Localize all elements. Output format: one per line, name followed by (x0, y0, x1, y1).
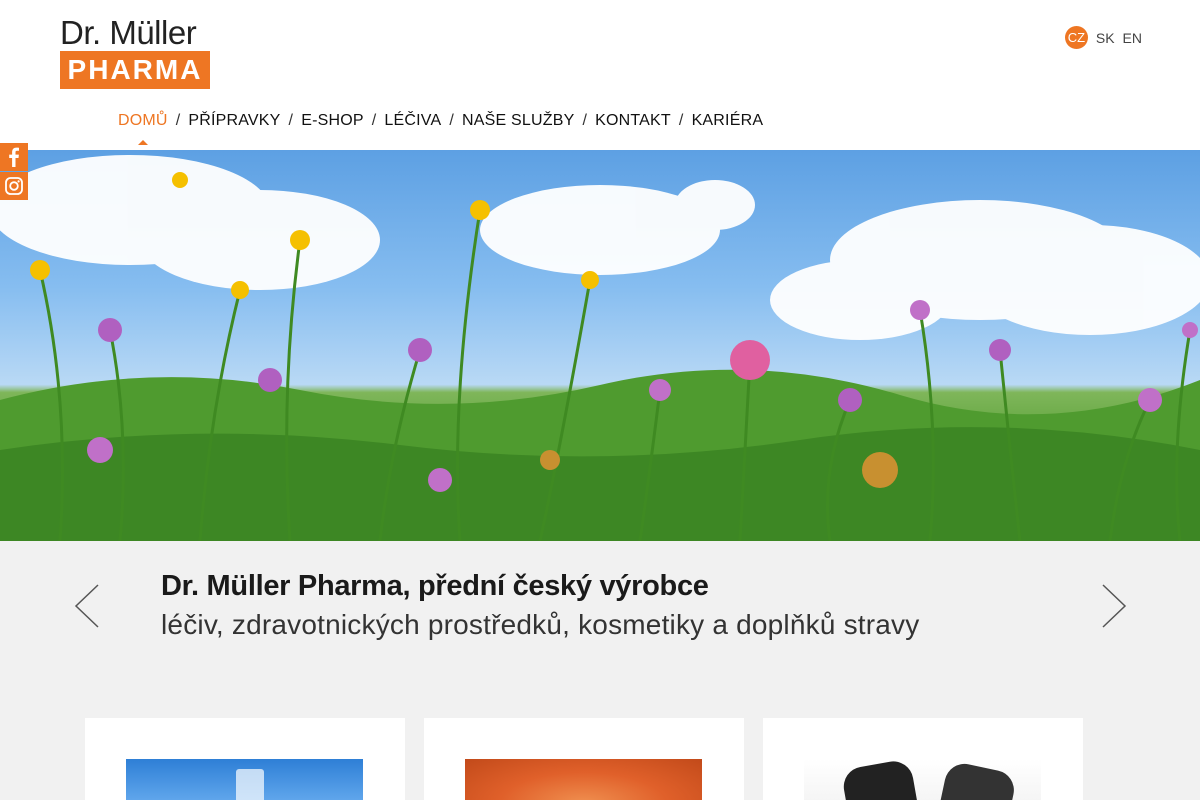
product-card[interactable] (763, 718, 1083, 800)
wildflower-meadow-illustration (0, 155, 1200, 541)
slider-caption-band: Dr. Müller Pharma, přední český výrobce … (0, 541, 1200, 800)
nav-item-label: DOMŮ (118, 112, 168, 129)
instagram-button[interactable] (0, 172, 28, 200)
slider-headline: Dr. Müller Pharma, přední český výrobce (161, 570, 709, 602)
nav-item-leciva[interactable]: LÉČIVA (384, 112, 441, 130)
lang-en[interactable]: EN (1123, 30, 1142, 46)
slider-next-arrow-icon[interactable] (1101, 583, 1127, 629)
nav-separator: / (582, 112, 588, 129)
lang-sk[interactable]: SK (1096, 30, 1115, 46)
hands-image (804, 758, 1041, 800)
blue-product-image (126, 759, 363, 800)
slider-subline: léčiv, zdravotnických prostředků, kosmet… (161, 609, 920, 640)
nav-separator: / (288, 112, 294, 129)
main-nav: DOMŮ / PŘÍPRAVKY / E-SHOP / LÉČIVA / NAŠ… (118, 112, 764, 145)
social-links (0, 143, 28, 201)
logo-line2: PHARMA (60, 51, 210, 89)
nav-item-nase-sluzby[interactable]: NAŠE SLUŽBY (462, 112, 574, 130)
lang-cz[interactable]: CZ (1064, 26, 1088, 49)
facebook-icon (9, 147, 19, 167)
orange-product-image (465, 759, 702, 800)
logo[interactable]: Dr. Müller PHARMA (60, 16, 210, 89)
active-caret-icon (137, 140, 148, 145)
bottle-shape (236, 769, 264, 800)
nav-item-kariera[interactable]: KARIÉRA (692, 112, 764, 130)
product-card[interactable] (85, 718, 405, 800)
nav-item-pripravky[interactable]: PŘÍPRAVKY (188, 112, 280, 130)
site-header: Dr. Müller PHARMA CZ SK EN DOMŮ / PŘÍPRA… (0, 0, 1200, 150)
nav-separator: / (449, 112, 454, 129)
product-card[interactable] (424, 718, 744, 800)
nav-separator: / (175, 112, 181, 129)
nav-item-domu[interactable]: DOMŮ (118, 112, 168, 145)
language-switcher: CZ SK EN (1064, 26, 1142, 49)
logo-line1: Dr. Müller (60, 14, 197, 51)
hand-shape (940, 760, 1018, 800)
instagram-icon (5, 177, 23, 195)
facebook-button[interactable] (0, 143, 28, 171)
slider-prev-arrow-icon[interactable] (74, 583, 100, 629)
nav-separator: / (678, 112, 684, 129)
nav-item-kontakt[interactable]: KONTAKT (595, 112, 671, 130)
hand-shape (840, 758, 918, 800)
nav-separator: / (371, 112, 377, 129)
hero-image (0, 150, 1200, 541)
nav-item-eshop[interactable]: E-SHOP (301, 112, 364, 130)
